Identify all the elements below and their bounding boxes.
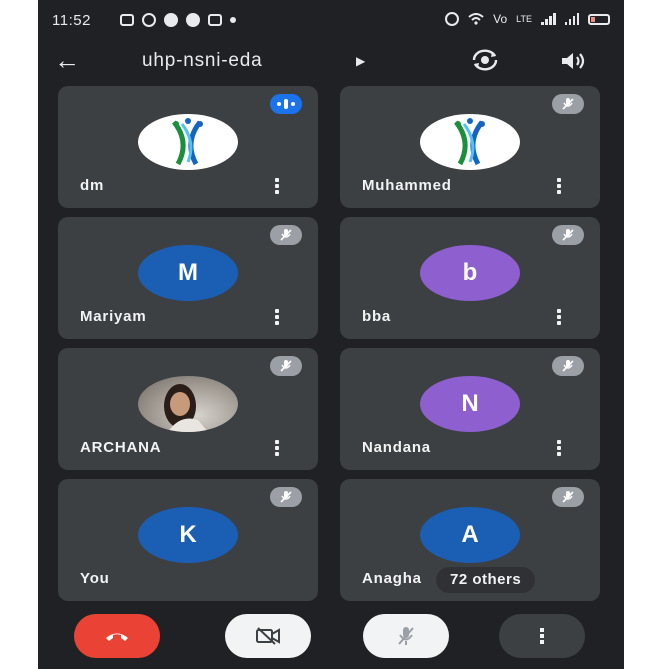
avatar xyxy=(420,114,520,170)
mic-toggle-button[interactable] xyxy=(363,614,449,658)
caret-right-icon[interactable]: ▶ xyxy=(356,54,365,68)
avatar: N xyxy=(420,376,520,432)
participant-name: Anagha xyxy=(362,570,422,587)
more-vert-icon[interactable] xyxy=(556,178,562,196)
organization-logo-icon xyxy=(453,118,485,166)
avatar xyxy=(138,376,238,432)
messages-icon xyxy=(164,13,178,27)
participant-tile[interactable]: dm xyxy=(58,86,318,208)
speaker-icon[interactable] xyxy=(560,49,588,73)
participant-name: dm xyxy=(80,177,105,194)
others-count-chip[interactable]: 72 others xyxy=(436,567,536,593)
profile-photo xyxy=(164,384,208,432)
signal-icon xyxy=(541,13,556,25)
camera-off-icon xyxy=(256,627,280,645)
meet-screen: 11:52 Vo LTE ← uhp-nsni-eda ▶ dm Muhamme… xyxy=(38,0,624,669)
mic-muted-icon xyxy=(270,356,302,376)
meeting-code[interactable]: uhp-nsni-eda xyxy=(142,50,263,72)
notification-icons xyxy=(120,13,236,27)
organization-logo-icon xyxy=(171,118,203,166)
speaking-indicator-icon xyxy=(270,94,302,114)
more-options-icon xyxy=(540,628,544,644)
volte-label: Vo xyxy=(493,12,508,26)
signal-icon xyxy=(564,13,579,25)
status-time: 11:52 xyxy=(52,12,91,29)
participant-tile[interactable]: b bba xyxy=(340,217,600,339)
mic-muted-icon xyxy=(552,356,584,376)
wifi-icon xyxy=(468,13,484,25)
avatar: A xyxy=(420,507,520,563)
participant-tile[interactable]: M Mariyam xyxy=(58,217,318,339)
participant-tile[interactable]: ARCHANA xyxy=(58,348,318,470)
jio-icon xyxy=(186,13,200,27)
participant-name: Mariyam xyxy=(80,308,147,325)
meeting-header: ← uhp-nsni-eda ▶ xyxy=(38,44,624,80)
mic-off-icon xyxy=(398,627,414,645)
participant-tile[interactable]: A Anagha 72 others xyxy=(340,479,600,601)
more-vert-icon[interactable] xyxy=(556,309,562,327)
mic-muted-icon xyxy=(552,225,584,245)
end-call-button[interactable] xyxy=(74,614,160,658)
camera-switch-icon[interactable] xyxy=(470,48,500,72)
instagram-icon xyxy=(208,14,222,26)
participant-tile[interactable]: Muhammed xyxy=(340,86,600,208)
participant-name: ARCHANA xyxy=(80,439,162,456)
lte-label: LTE xyxy=(516,14,532,24)
end-call-icon xyxy=(106,633,128,641)
system-icons: Vo LTE xyxy=(445,12,610,26)
b-icon xyxy=(142,13,156,27)
battery-icon xyxy=(588,13,610,25)
participant-name: You xyxy=(80,570,110,587)
avatar: b xyxy=(420,245,520,301)
mic-muted-icon xyxy=(270,225,302,245)
cast-icon xyxy=(120,14,134,26)
more-vert-icon[interactable] xyxy=(274,309,280,327)
more-options-button[interactable] xyxy=(499,614,585,658)
avatar xyxy=(138,114,238,170)
mic-muted-icon xyxy=(552,94,584,114)
participant-tile[interactable]: N Nandana xyxy=(340,348,600,470)
participant-tile[interactable]: K You xyxy=(58,479,318,601)
participant-name: Muhammed xyxy=(362,177,452,194)
dot-icon xyxy=(230,17,236,23)
status-bar: 11:52 Vo LTE xyxy=(38,0,624,40)
camera-toggle-button[interactable] xyxy=(225,614,311,658)
alarm-icon xyxy=(445,12,460,26)
avatar: M xyxy=(138,245,238,301)
participant-name: bba xyxy=(362,308,392,325)
participant-name: Nandana xyxy=(362,439,431,456)
arrow-left-icon[interactable]: ← xyxy=(54,46,80,74)
more-vert-icon[interactable] xyxy=(274,178,280,196)
mic-muted-icon xyxy=(552,487,584,507)
avatar: K xyxy=(138,507,238,563)
mic-muted-icon xyxy=(270,487,302,507)
more-vert-icon[interactable] xyxy=(274,440,280,458)
more-vert-icon[interactable] xyxy=(556,440,562,458)
